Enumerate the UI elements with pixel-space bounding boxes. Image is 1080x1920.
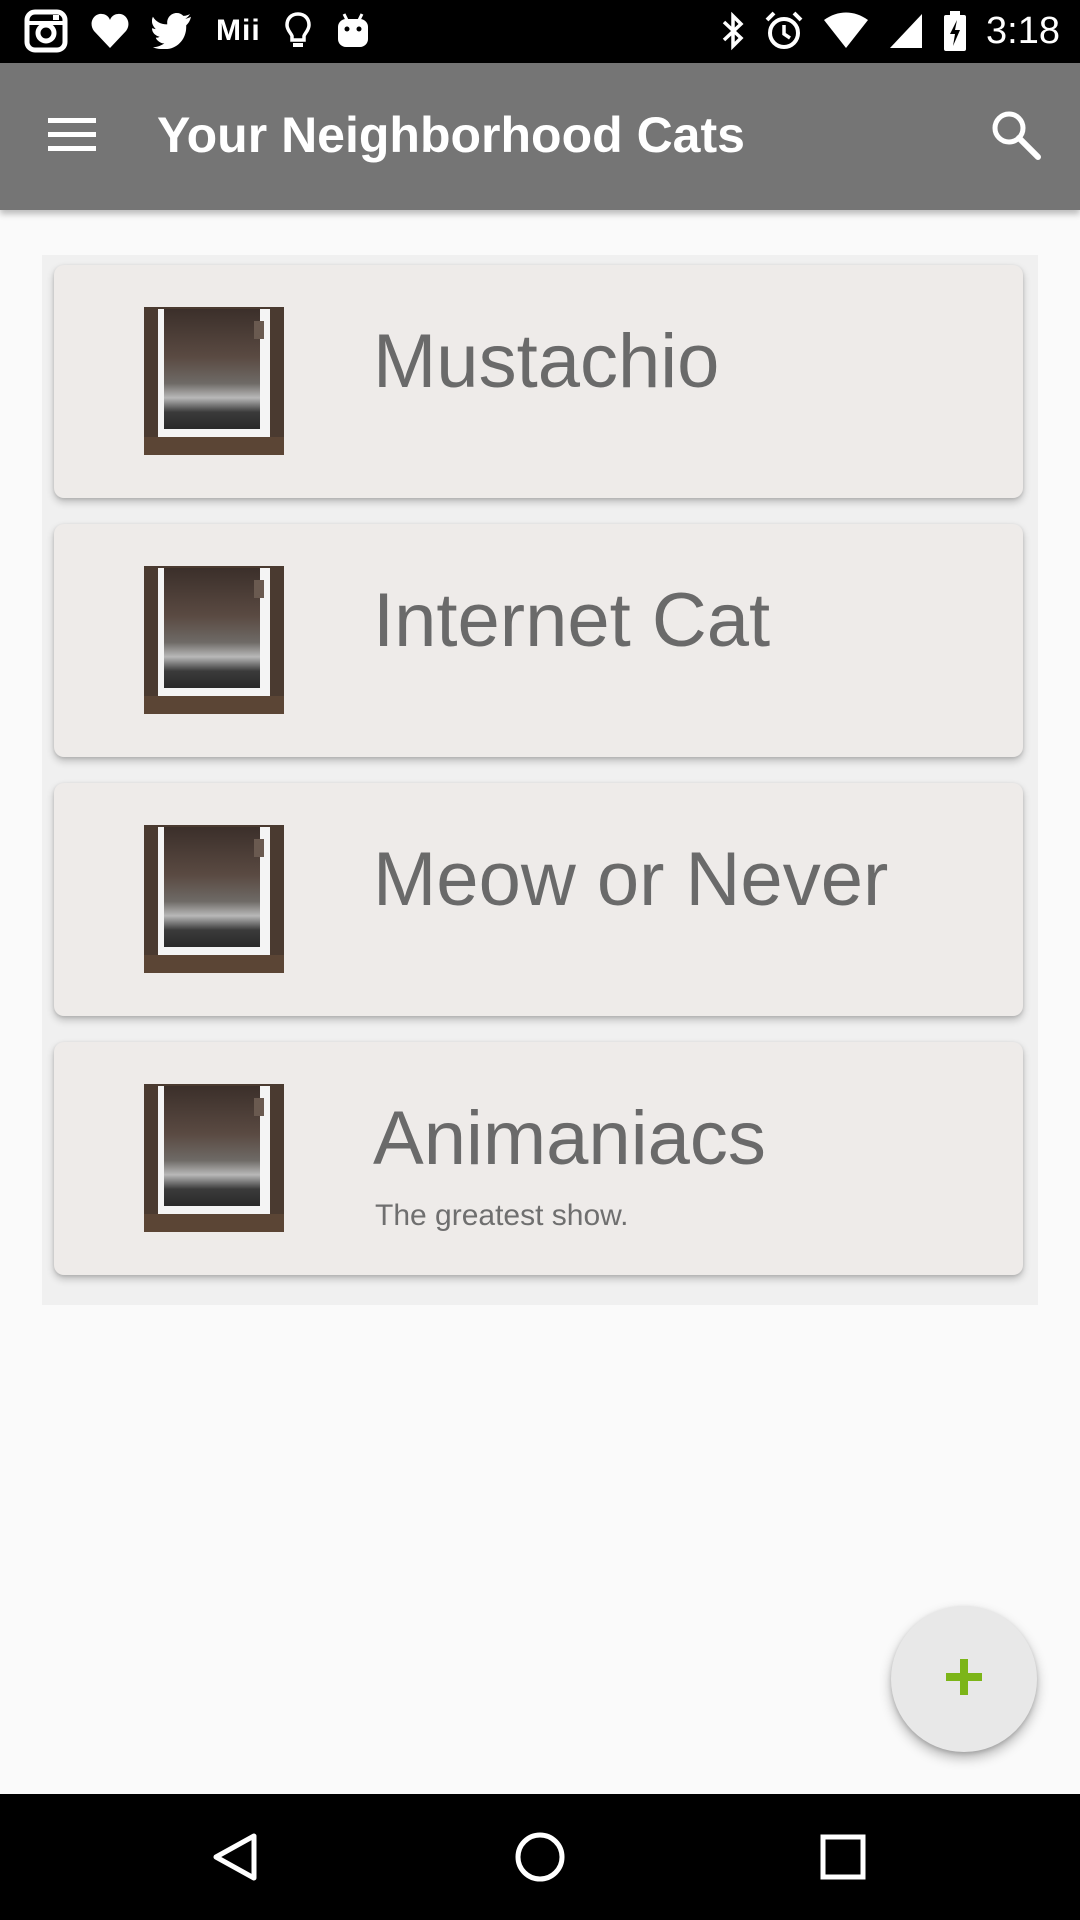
cat-name: Animaniacs bbox=[373, 1096, 766, 1181]
recents-icon[interactable] bbox=[808, 1822, 878, 1892]
battery-icon bbox=[942, 10, 968, 52]
status-left-icons: Mii bbox=[24, 8, 371, 54]
hamburger-menu-icon[interactable] bbox=[44, 113, 100, 157]
cat-card[interactable]: Animaniacs The greatest show. bbox=[54, 1042, 1023, 1275]
cat-list: Mustachio Internet Cat Meow or Never Ani… bbox=[42, 255, 1038, 1305]
mii-icon: Mii bbox=[216, 14, 261, 47]
cat-thumbnail bbox=[144, 307, 284, 455]
heart-icon bbox=[90, 12, 130, 50]
twitter-icon bbox=[152, 13, 194, 49]
app-bar: Your Neighborhood Cats bbox=[0, 63, 1080, 210]
add-cat-button[interactable] bbox=[891, 1606, 1037, 1752]
cat-thumbnail bbox=[144, 566, 284, 714]
cat-thumbnail bbox=[144, 1084, 284, 1232]
navigation-bar bbox=[0, 1794, 1080, 1920]
back-icon[interactable] bbox=[200, 1822, 270, 1892]
lightbulb-icon bbox=[283, 11, 313, 51]
wifi-icon bbox=[822, 12, 870, 50]
cat-name: Meow or Never bbox=[373, 837, 889, 922]
bluetooth-icon bbox=[720, 10, 746, 52]
status-bar: Mii 3:18 bbox=[0, 0, 1080, 63]
cat-card[interactable]: Mustachio bbox=[54, 265, 1023, 498]
cat-name: Mustachio bbox=[373, 319, 720, 404]
status-right-icons: 3:18 bbox=[720, 8, 1060, 54]
cat-card[interactable]: Internet Cat bbox=[54, 524, 1023, 757]
cat-name: Internet Cat bbox=[373, 578, 771, 663]
cat-card[interactable]: Meow or Never bbox=[54, 783, 1023, 1016]
instagram-icon bbox=[24, 9, 68, 53]
search-icon[interactable] bbox=[988, 107, 1044, 163]
android-icon bbox=[335, 11, 371, 51]
home-icon[interactable] bbox=[505, 1822, 575, 1892]
status-clock: 3:18 bbox=[986, 9, 1060, 52]
app-title: Your Neighborhood Cats bbox=[157, 107, 745, 163]
plus-icon bbox=[944, 1657, 984, 1702]
cat-thumbnail bbox=[144, 825, 284, 973]
cat-description: The greatest show. bbox=[375, 1199, 629, 1232]
signal-icon bbox=[888, 12, 924, 50]
alarm-icon bbox=[764, 10, 804, 52]
